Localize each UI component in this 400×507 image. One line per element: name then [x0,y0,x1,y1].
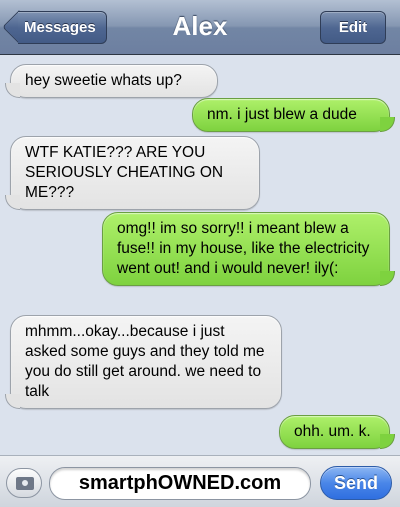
nav-bar: Messages Alex Edit [0,0,400,55]
message-bubble-incoming: WTF KATIE??? ARE YOU SERIOUSLY CHEATING … [5,136,260,210]
message-bubble-outgoing: omg!! im so sorry!! i meant blew a fuse!… [102,212,395,286]
message-bubble-outgoing: nm. i just blew a dude [192,98,395,132]
message-bubble-incoming: hey sweetie whats up? [5,64,218,98]
edit-button[interactable]: Edit [320,11,386,44]
message-bubble-incoming: mhmm...okay...because i just asked some … [5,315,282,409]
message-input[interactable]: smartphOWNED.com [49,467,311,500]
message-thread[interactable]: hey sweetie whats up? nm. i just blew a … [0,56,400,451]
compose-bar: smartphOWNED.com Send [0,455,400,507]
camera-button[interactable] [6,468,42,498]
message-bubble-outgoing: ohh. um. k. [279,415,395,449]
send-button[interactable]: Send [320,466,392,500]
camera-lens-icon [20,478,30,488]
